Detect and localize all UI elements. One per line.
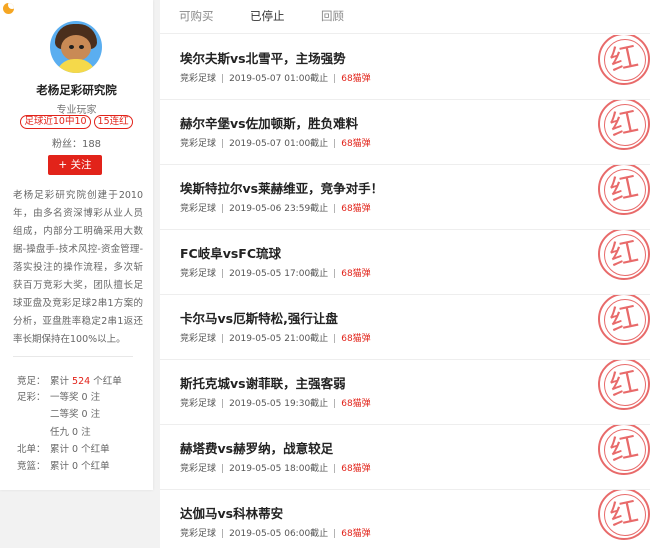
red-stamp-icon: 红 <box>598 360 650 410</box>
stat-row-zucai-first: 足彩： 一等奖 0 注 <box>17 392 101 403</box>
article-title[interactable]: 卡尔马vs厄斯特松,强行让盘 <box>180 308 338 327</box>
article-title[interactable]: 斯托克城vs谢菲联，主强客弱 <box>180 373 346 392</box>
article-title[interactable]: 达伽马vs科林蒂安 <box>180 503 283 522</box>
list-item[interactable]: FC岐阜vsFC琉球 竞彩足球 | 2019-05-05 17:00截止 | 68猫弹 … <box>160 230 650 295</box>
stat-row-zucai-second: 二等奖 0 注 <box>50 409 101 420</box>
profile-badges: 足球近10中10 15连红 <box>0 115 153 129</box>
list-item[interactable]: 达伽马vs科林蒂安 竞彩足球 | 2019-05-05 06:00截止 | 68猫弹 红 <box>160 490 650 548</box>
list-item[interactable]: 埃尔夫斯vs北雪平，主场强势 竞彩足球 | 2019-05-07 01:00截止 | 6… <box>160 35 650 100</box>
article-meta: 竞彩足球 | 2019-05-05 17:00截止 | 68猫弹 <box>180 269 371 279</box>
profile-name: 老杨足彩研究院 <box>36 83 117 97</box>
red-stamp-icon: 红 <box>598 425 650 475</box>
red-stamp-icon: 红 <box>598 35 650 85</box>
list-item[interactable]: 斯托克城vs谢菲联，主强客弱 竞彩足球 | 2019-05-05 19:30截止 | 6… <box>160 360 650 425</box>
stat-row-beidan: 北单： 累计 0 个红单 <box>17 444 110 455</box>
tab-bar: 可购买 已停止 回顾 <box>160 0 650 34</box>
profile-bio: 老杨足彩研究院创建于2010年，由多名资深博彩从业人员组成，内部分工明确采用大数… <box>13 190 143 345</box>
tab-available[interactable]: 可购买 <box>179 8 214 24</box>
article-meta: 竞彩足球 | 2019-05-07 01:00截止 | 68猫弹 <box>180 139 371 149</box>
divider <box>13 356 133 357</box>
badge-streak-15: 15连红 <box>93 115 133 129</box>
article-meta: 竞彩足球 | 2019-05-06 23:59截止 | 68猫弹 <box>180 204 371 214</box>
article-meta: 竞彩足球 | 2019-05-05 21:00截止 | 68猫弹 <box>180 334 371 344</box>
badge-streak-10: 足球近10中10 <box>20 115 91 129</box>
article-list-panel: 可购买 已停止 回顾 埃尔夫斯vs北雪平，主场强势 竞彩足球 | 2019-05-0… <box>160 0 650 548</box>
list-item[interactable]: 卡尔马vs厄斯特松,强行让盘 竞彩足球 | 2019-05-05 21:00截止 | 6… <box>160 295 650 360</box>
article-title[interactable]: 赫尔辛堡vs佐加顿斯，胜负难料 <box>180 113 358 132</box>
article-title[interactable]: 埃斯特拉尔vs莱赫维亚，竞争对手！ <box>180 178 383 197</box>
article-meta: 竞彩足球 | 2019-05-05 06:00截止 | 68猫弹 <box>180 529 371 539</box>
list-item[interactable]: 赫尔辛堡vs佐加顿斯，胜负难料 竞彩足球 | 2019-05-07 01:00截止 |… <box>160 100 650 165</box>
list-item[interactable]: 埃斯特拉尔vs莱赫维亚，竞争对手！ 竞彩足球 | 2019-05-06 23:59截… <box>160 165 650 230</box>
article-meta: 竞彩足球 | 2019-05-07 01:00截止 | 68猫弹 <box>180 74 371 84</box>
avatar[interactable] <box>50 21 102 73</box>
tab-stopped[interactable]: 已停止 <box>250 8 285 24</box>
red-stamp-icon: 红 <box>598 230 650 280</box>
stat-row-jingzu: 竞足： 累计 524 个红单 <box>17 376 122 387</box>
follow-button[interactable]: + 关注 <box>48 155 102 175</box>
article-title[interactable]: 埃尔夫斯vs北雪平，主场强势 <box>180 48 346 67</box>
red-stamp-icon: 红 <box>598 165 650 215</box>
stat-row-zucai-renjiu: 任九 0 注 <box>50 427 91 438</box>
list-item[interactable]: 赫塔费vs赫罗纳，战意较足 竞彩足球 | 2019-05-05 18:00截止 | 68… <box>160 425 650 490</box>
fans-count: 粉丝：188 <box>51 139 102 150</box>
red-stamp-icon: 红 <box>598 100 650 150</box>
stat-row-jinglan: 竞篮： 累计 0 个红单 <box>17 461 110 472</box>
article-title[interactable]: FC岐阜vsFC琉球 <box>180 243 281 262</box>
red-stamp-icon: 红 <box>598 295 650 345</box>
site-logo-icon <box>3 3 14 14</box>
article-meta: 竞彩足球 | 2019-05-05 19:30截止 | 68猫弹 <box>180 399 371 409</box>
article-title[interactable]: 赫塔费vs赫罗纳，战意较足 <box>180 438 333 457</box>
article-meta: 竞彩足球 | 2019-05-05 18:00截止 | 68猫弹 <box>180 464 371 474</box>
profile-title: 专业玩家 <box>56 105 97 116</box>
profile-sidebar: 老杨足彩研究院 专业玩家 足球近10中10 15连红 粉丝：188 + 关注 老… <box>0 0 153 490</box>
red-stamp-icon: 红 <box>598 490 650 540</box>
tab-review[interactable]: 回顾 <box>321 8 344 24</box>
